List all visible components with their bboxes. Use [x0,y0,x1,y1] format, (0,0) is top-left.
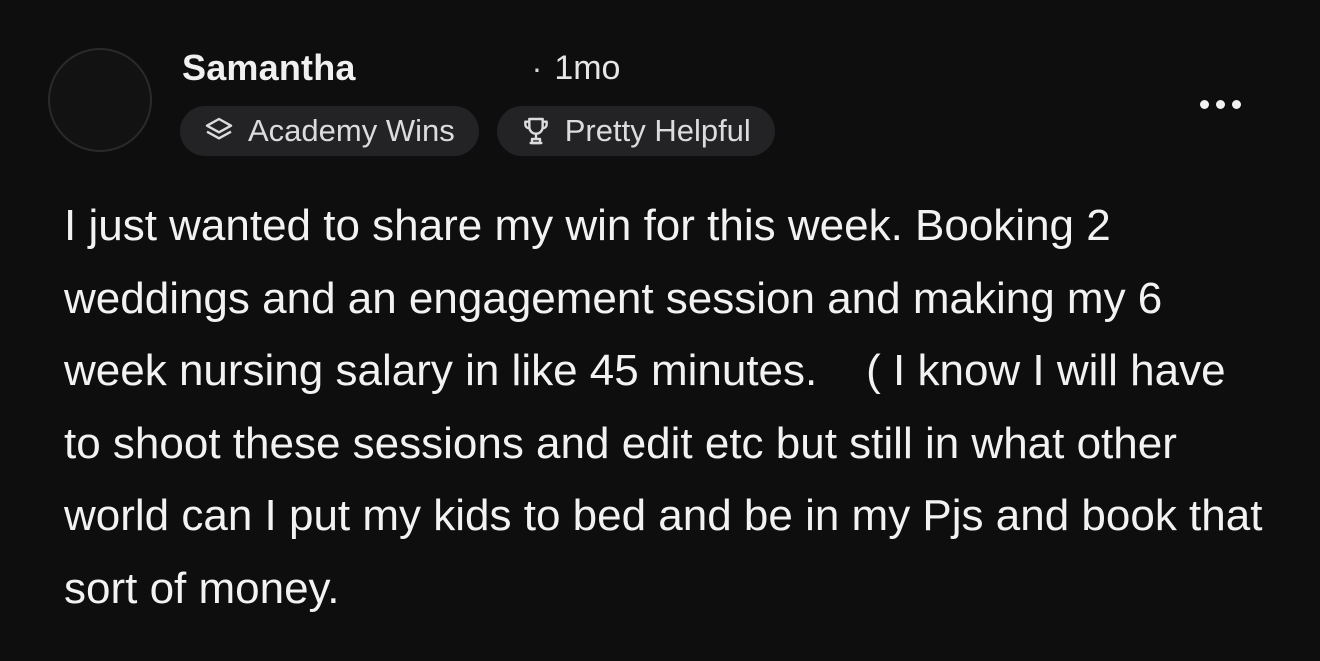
trophy-icon [519,114,553,148]
author-name[interactable]: Samantha [182,47,356,89]
category-badge-label: Academy Wins [248,113,455,148]
more-horizontal-icon [1231,99,1241,109]
helpful-badge[interactable]: Pretty Helpful [496,106,775,156]
avatar[interactable] [48,48,152,152]
layers-icon [202,114,236,148]
more-horizontal-icon [1215,99,1225,109]
helpful-badge-label: Pretty Helpful [564,113,751,148]
post-header: Samantha · 1mo [182,46,620,90]
post-timestamp[interactable]: 1mo [554,49,620,88]
post-body-text: I just wanted to share my win for this w… [64,201,1275,613]
separator-dot: · [531,49,543,86]
redaction-mark [357,53,526,87]
category-badge[interactable]: Academy Wins [180,106,479,156]
post-card: Samantha · 1mo Academy Wins Pretty Helpf… [0,0,1320,661]
more-horizontal-icon [1199,99,1209,109]
more-options-button[interactable] [1188,88,1252,120]
badge-row: Academy Wins Pretty Helpful [180,106,775,156]
